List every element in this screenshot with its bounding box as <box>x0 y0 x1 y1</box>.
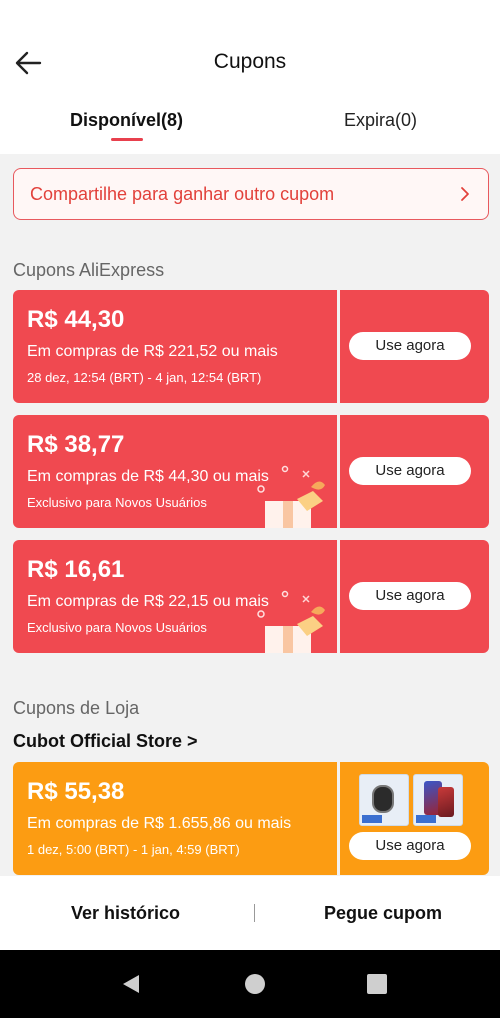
use-now-button[interactable]: Use agora <box>349 332 471 360</box>
store-link[interactable]: Cubot Official Store > <box>13 731 198 752</box>
tab-expira[interactable]: Expira(0) <box>344 110 417 131</box>
coupon-condition: Em compras de R$ 221,52 ou mais <box>27 343 278 360</box>
product-thumbnails <box>359 774 463 826</box>
share-banner[interactable]: Compartilhe para ganhar outro cupom <box>13 168 489 220</box>
coupon-eligibility: Exclusivo para Novos Usuários <box>27 495 207 510</box>
coupon-action-area: Use agora <box>340 762 493 875</box>
coupon-edge <box>485 544 493 649</box>
coupon-action-area: Use agora <box>340 415 493 528</box>
coupon-edge <box>13 544 17 649</box>
get-coupon-button[interactable]: Pegue cupom <box>324 903 442 924</box>
back-triangle-icon[interactable] <box>119 972 143 996</box>
active-tab-indicator <box>111 138 143 141</box>
smartwatch-thumbnail[interactable] <box>359 774 409 826</box>
coupon-eligibility: Exclusivo para Novos Usuários <box>27 620 207 635</box>
coupon-card: R$ 16,61 Em compras de R$ 22,15 ou mais … <box>13 540 493 653</box>
section-title-store: Cupons de Loja <box>13 698 140 718</box>
coupon-amount: R$ 38,77 <box>27 431 125 458</box>
coupon-action-area: Use agora <box>340 540 493 653</box>
coupon-validity: 28 dez, 12:54 (BRT) - 4 jan, 12:54 (BRT) <box>27 370 262 385</box>
use-now-button[interactable]: Use agora <box>349 457 471 485</box>
status-bar <box>0 0 500 30</box>
price-tag-graphic <box>416 815 436 823</box>
smartphone-thumbnail[interactable] <box>413 774 463 826</box>
coupon-condition: Em compras de R$ 44,30 ou mais <box>27 468 269 485</box>
coupon-condition: Em compras de R$ 1.655,86 ou mais <box>27 815 292 832</box>
coupon-edge <box>13 419 17 524</box>
coupon-condition: Em compras de R$ 22,15 ou mais <box>27 593 269 610</box>
price-tag-graphic <box>362 815 382 823</box>
tab-bar: Disponível(8) Expira(0) <box>0 94 500 154</box>
coupon-edge <box>485 766 493 871</box>
coupon-edge <box>485 294 493 399</box>
divider <box>254 904 255 922</box>
use-now-button[interactable]: Use agora <box>349 582 471 610</box>
coupon-body: R$ 44,30 Em compras de R$ 221,52 ou mais… <box>13 290 337 403</box>
recents-square-icon[interactable] <box>365 972 389 996</box>
coupon-edge <box>13 766 17 871</box>
coupon-validity: 1 dez, 5:00 (BRT) - 1 jan, 4:59 (BRT) <box>27 842 240 857</box>
coupon-amount: R$ 16,61 <box>27 556 125 583</box>
share-banner-text: Compartilhe para ganhar outro cupom <box>30 183 335 204</box>
section-title-aliexpress: Cupons AliExpress <box>13 260 165 280</box>
coupon-card: R$ 44,30 Em compras de R$ 221,52 ou mais… <box>13 290 493 403</box>
chevron-right-icon <box>461 187 469 201</box>
coupon-body: R$ 16,61 Em compras de R$ 22,15 ou mais … <box>13 540 337 653</box>
home-circle-icon[interactable] <box>243 972 267 996</box>
system-nav-bar <box>0 950 500 1018</box>
coupon-card: R$ 38,77 Em compras de R$ 44,30 ou mais … <box>13 415 493 528</box>
coupon-amount: R$ 44,30 <box>27 306 125 333</box>
bottom-action-bar: Ver histórico Pegue cupom <box>0 876 500 950</box>
coupon-body: R$ 55,38 Em compras de R$ 1.655,86 ou ma… <box>13 762 337 875</box>
smartwatch-image <box>372 785 394 813</box>
view-history-button[interactable]: Ver histórico <box>71 903 180 924</box>
coupon-amount: R$ 55,38 <box>27 778 125 805</box>
tab-disponivel[interactable]: Disponível(8) <box>70 110 183 131</box>
coupon-edge <box>13 294 17 399</box>
smartphone-image <box>438 787 454 817</box>
use-now-button[interactable]: Use agora <box>349 832 471 860</box>
store-coupon-card: R$ 55,38 Em compras de R$ 1.655,86 ou ma… <box>13 762 493 875</box>
coupon-action-area: Use agora <box>340 290 493 403</box>
header: Cupons <box>0 30 500 94</box>
page-title: Cupons <box>213 50 287 73</box>
coupon-edge <box>485 419 493 524</box>
coupon-body: R$ 38,77 Em compras de R$ 44,30 ou mais … <box>13 415 337 528</box>
